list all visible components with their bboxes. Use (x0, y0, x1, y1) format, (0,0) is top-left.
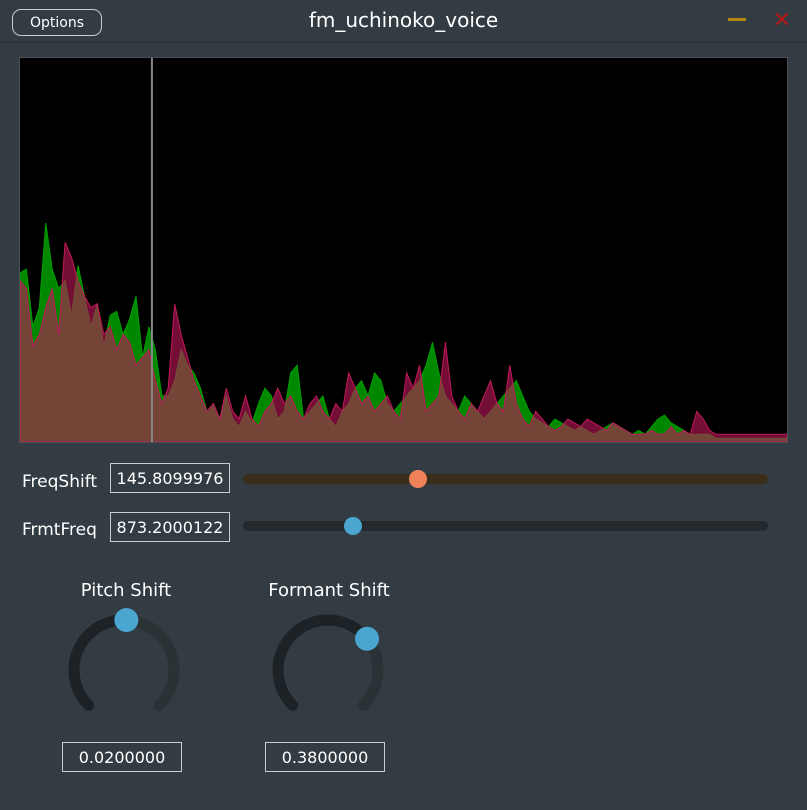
minimize-icon (728, 18, 746, 21)
frmtfreq-slider-thumb[interactable] (344, 517, 363, 535)
pitch-shift-label: Pitch Shift (80, 580, 172, 601)
close-icon: ✕ (772, 8, 792, 33)
window-title: fm_uchinoko_voice (308, 8, 499, 32)
knob-track-filled (68, 614, 132, 711)
title-divider (0, 42, 807, 43)
title-bar: Options fm_uchinoko_voice ✕ (0, 0, 807, 42)
spectrum-display (19, 57, 788, 443)
formant-shift-label: Formant Shift (268, 580, 390, 601)
frmtfreq-value-field[interactable]: 873.2000122 (110, 512, 230, 542)
spectrum-graph (20, 58, 787, 442)
frmtfreq-slider[interactable] (243, 517, 768, 535)
knob-track-remaining (120, 614, 180, 711)
freqshift-slider-thumb[interactable] (408, 470, 427, 488)
freqshift-slider-fill (243, 474, 768, 484)
knob-track-filled (272, 614, 373, 711)
pitch-shift-knob[interactable] (56, 605, 192, 735)
freqshift-label: FreqShift (22, 472, 98, 492)
frmtfreq-label: FrmtFreq (22, 520, 97, 540)
minimize-button[interactable] (728, 17, 746, 21)
knob-thumb[interactable] (114, 608, 139, 633)
pitch-shift-value-field[interactable]: 0.0200000 (62, 742, 182, 772)
formant-shift-value-field[interactable]: 0.3800000 (265, 742, 385, 772)
freqshift-slider[interactable] (243, 470, 768, 488)
close-button[interactable]: ✕ (770, 9, 794, 33)
formant-shift-knob[interactable] (260, 605, 396, 735)
freqshift-value-field[interactable]: 145.8099976 (110, 463, 230, 493)
knob-thumb[interactable] (355, 626, 380, 651)
options-button[interactable]: Options (12, 9, 102, 36)
